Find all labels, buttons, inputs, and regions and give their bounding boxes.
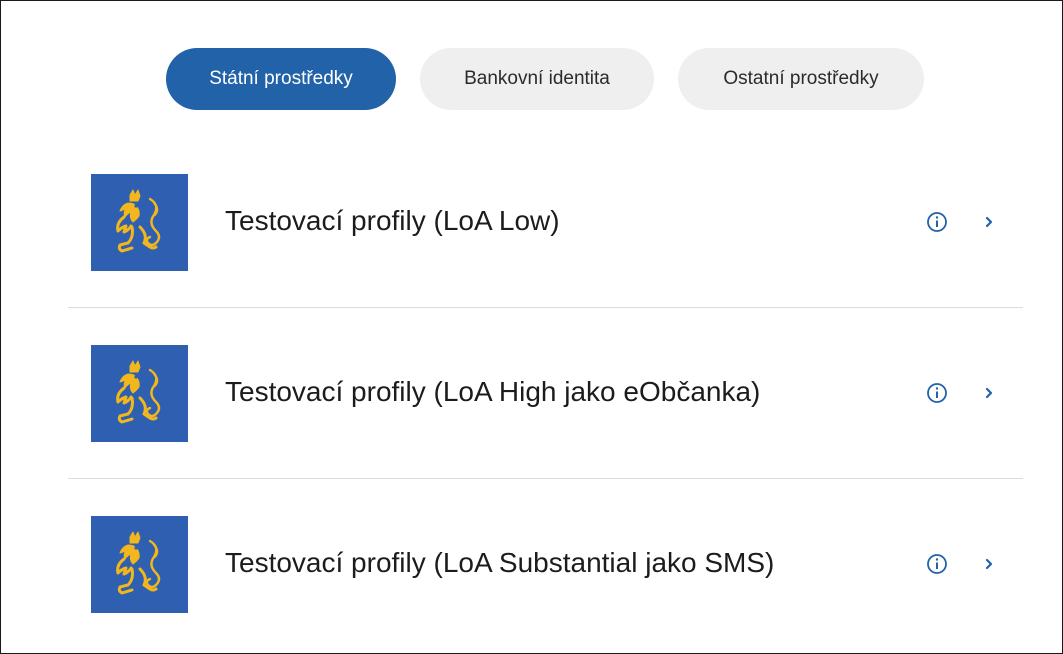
czech-lion-emblem-icon xyxy=(91,345,188,442)
tab-bankovni-identita[interactable]: Bankovní identita xyxy=(420,48,654,110)
tab-label: Ostatní prostředky xyxy=(723,68,879,89)
list-item[interactable]: Testovací profily (LoA High jako eObčank… xyxy=(68,308,1023,479)
info-icon[interactable] xyxy=(926,211,948,233)
chevron-right-icon[interactable] xyxy=(982,553,996,575)
info-icon[interactable] xyxy=(926,553,948,575)
identity-type-tabs: Státní prostředky Bankovní identita Osta… xyxy=(166,48,924,110)
item-label: Testovací profily (LoA Substantial jako … xyxy=(225,547,775,578)
tab-ostatni-prostredky[interactable]: Ostatní prostředky xyxy=(678,48,924,110)
chevron-right-icon[interactable] xyxy=(982,382,996,404)
list-item[interactable]: Testovací profily (LoA Low) xyxy=(68,137,1023,308)
info-icon[interactable] xyxy=(926,382,948,404)
page-frame: Státní prostředky Bankovní identita Osta… xyxy=(0,0,1063,654)
czech-lion-emblem-icon xyxy=(91,174,188,271)
tab-label: Bankovní identita xyxy=(464,68,610,89)
list-item[interactable]: Testovací profily (LoA Substantial jako … xyxy=(68,479,1023,650)
identity-provider-list: Testovací profily (LoA Low) Testovací pr… xyxy=(68,137,1023,650)
item-label: Testovací profily (LoA High jako eObčank… xyxy=(225,376,761,407)
tab-statni-prostredky[interactable]: Státní prostředky xyxy=(166,48,396,110)
item-label: Testovací profily (LoA Low) xyxy=(225,205,560,236)
tab-label: Státní prostředky xyxy=(209,68,353,89)
czech-lion-emblem-icon xyxy=(91,516,188,613)
chevron-right-icon[interactable] xyxy=(982,211,996,233)
